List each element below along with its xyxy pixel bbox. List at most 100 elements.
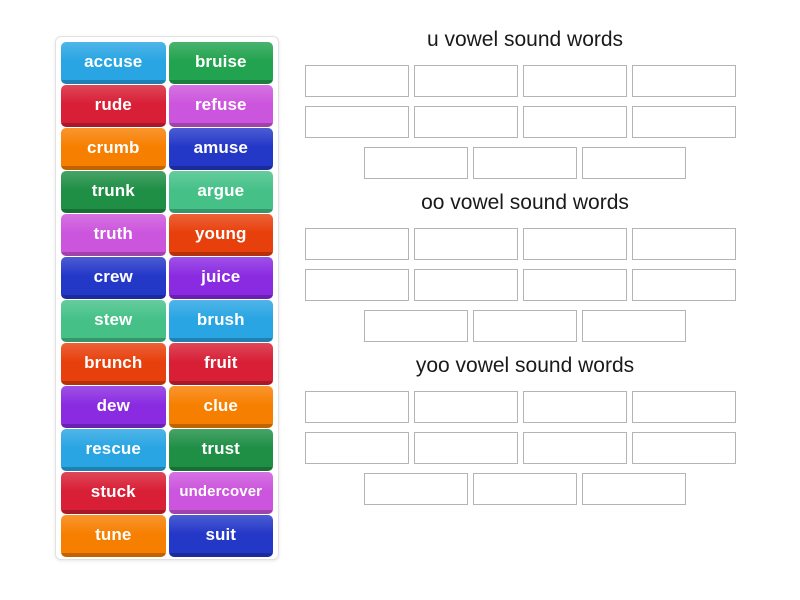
drop-zone[interactable] [473,147,577,180]
word-tile[interactable]: argue [168,171,273,213]
drop-zone[interactable] [473,473,577,506]
drop-zone-row [305,228,745,261]
group-title: yoo vowel sound words [415,354,635,378]
group-container: u vowel sound words [305,28,745,180]
word-tile-label: stew [94,310,133,329]
word-tile-label: rescue [85,439,141,458]
drop-zone[interactable] [523,106,627,139]
drop-zone[interactable] [632,269,736,302]
word-tile[interactable]: tune [61,515,166,557]
drop-zone[interactable] [305,269,409,302]
word-tile-label: crumb [87,138,140,157]
drop-zone[interactable] [523,65,627,98]
group-columns: u vowel sound words oo vowel sound words y… [305,28,745,517]
word-tile[interactable]: undercover [168,472,273,514]
drop-zone[interactable] [632,432,736,465]
word-tile[interactable]: clue [168,386,273,428]
word-tile[interactable]: brunch [61,343,166,385]
word-tile-label: bruise [194,52,247,71]
drop-zone[interactable] [473,310,577,343]
drop-zone[interactable] [414,432,518,465]
drop-zone[interactable] [305,432,409,465]
drop-zone-row [305,473,745,506]
drop-zone[interactable] [364,310,468,343]
drop-zone[interactable] [414,65,518,98]
drop-zone[interactable] [523,391,627,424]
word-tile[interactable]: fruit [168,343,273,385]
drop-zone[interactable] [364,473,468,506]
drop-zone-row [305,65,745,98]
drop-zone[interactable] [364,147,468,180]
word-tile[interactable]: truth [61,214,166,256]
drop-zone[interactable] [582,147,686,180]
word-tile[interactable]: crumb [61,128,166,170]
drop-zone[interactable] [523,228,627,261]
word-tile-label: truth [93,224,133,243]
word-tile-label: accuse [84,52,143,71]
word-tile-label: trunk [91,181,135,200]
word-tile[interactable]: stew [61,300,166,342]
activity-page: accuse bruise rude refuse crumb amuse trunk arg… [0,0,800,600]
drop-zone-row [305,269,745,302]
word-tile-label: clue [203,396,238,415]
word-tile[interactable]: trust [168,429,273,471]
word-tile-grid: accuse bruise rude refuse crumb amuse trunk arg… [61,42,273,557]
word-tile-label: young [195,224,247,243]
group-container: oo vowel sound words [305,191,745,343]
word-tile[interactable]: bruise [168,42,273,84]
word-tile[interactable]: rescue [61,429,166,471]
word-tile[interactable]: refuse [168,85,273,127]
word-tile-label: amuse [193,138,248,157]
word-tile-label: brush [196,310,245,329]
drop-zone[interactable] [582,473,686,506]
group-title: u vowel sound words [426,28,624,51]
word-tile-label: trust [201,439,240,458]
drop-zone[interactable] [305,106,409,139]
word-bank-panel: accuse bruise rude refuse crumb amuse trunk arg… [55,36,279,560]
word-tile-label: brunch [84,353,143,372]
word-tile-label: tune [95,525,132,544]
drop-zone[interactable] [632,65,736,98]
drop-zone[interactable] [414,269,518,302]
drop-zone[interactable] [582,310,686,343]
drop-zone[interactable] [414,228,518,261]
drop-zone[interactable] [523,269,627,302]
word-tile[interactable]: rude [61,85,166,127]
word-tile[interactable]: accuse [61,42,166,84]
word-tile[interactable]: young [168,214,273,256]
drop-zone-row [305,310,745,343]
word-tile-label: dew [96,396,130,415]
word-tile[interactable]: stuck [61,472,166,514]
drop-zone-row [305,106,745,139]
word-tile[interactable]: suit [168,515,273,557]
word-tile-label: rude [94,95,132,114]
word-tile[interactable]: trunk [61,171,166,213]
drop-zone-row [305,391,745,424]
word-tile-label: argue [197,181,245,200]
word-tile-label: juice [201,267,241,286]
word-tile[interactable]: amuse [168,128,273,170]
drop-zone[interactable] [632,228,736,261]
drop-zone[interactable] [414,391,518,424]
group-title: oo vowel sound words [421,191,629,215]
drop-zone[interactable] [523,432,627,465]
word-tile-label: undercover [179,483,263,500]
drop-zone[interactable] [414,106,518,139]
word-tile-label: crew [93,267,133,286]
word-tile[interactable]: dew [61,386,166,428]
word-tile-label: stuck [90,482,136,501]
drop-zone[interactable] [632,106,736,139]
word-tile-label: fruit [203,353,238,372]
drop-zone[interactable] [305,228,409,261]
drop-zone-row [305,147,745,180]
word-tile-label: refuse [194,95,247,114]
drop-zone-row [305,432,745,465]
word-tile-label: suit [205,525,237,544]
word-tile[interactable]: juice [168,257,273,299]
drop-zone[interactable] [305,65,409,98]
drop-zone[interactable] [305,391,409,424]
group-container: yoo vowel sound words [305,354,745,506]
drop-zone[interactable] [632,391,736,424]
word-tile[interactable]: brush [168,300,273,342]
word-tile[interactable]: crew [61,257,166,299]
